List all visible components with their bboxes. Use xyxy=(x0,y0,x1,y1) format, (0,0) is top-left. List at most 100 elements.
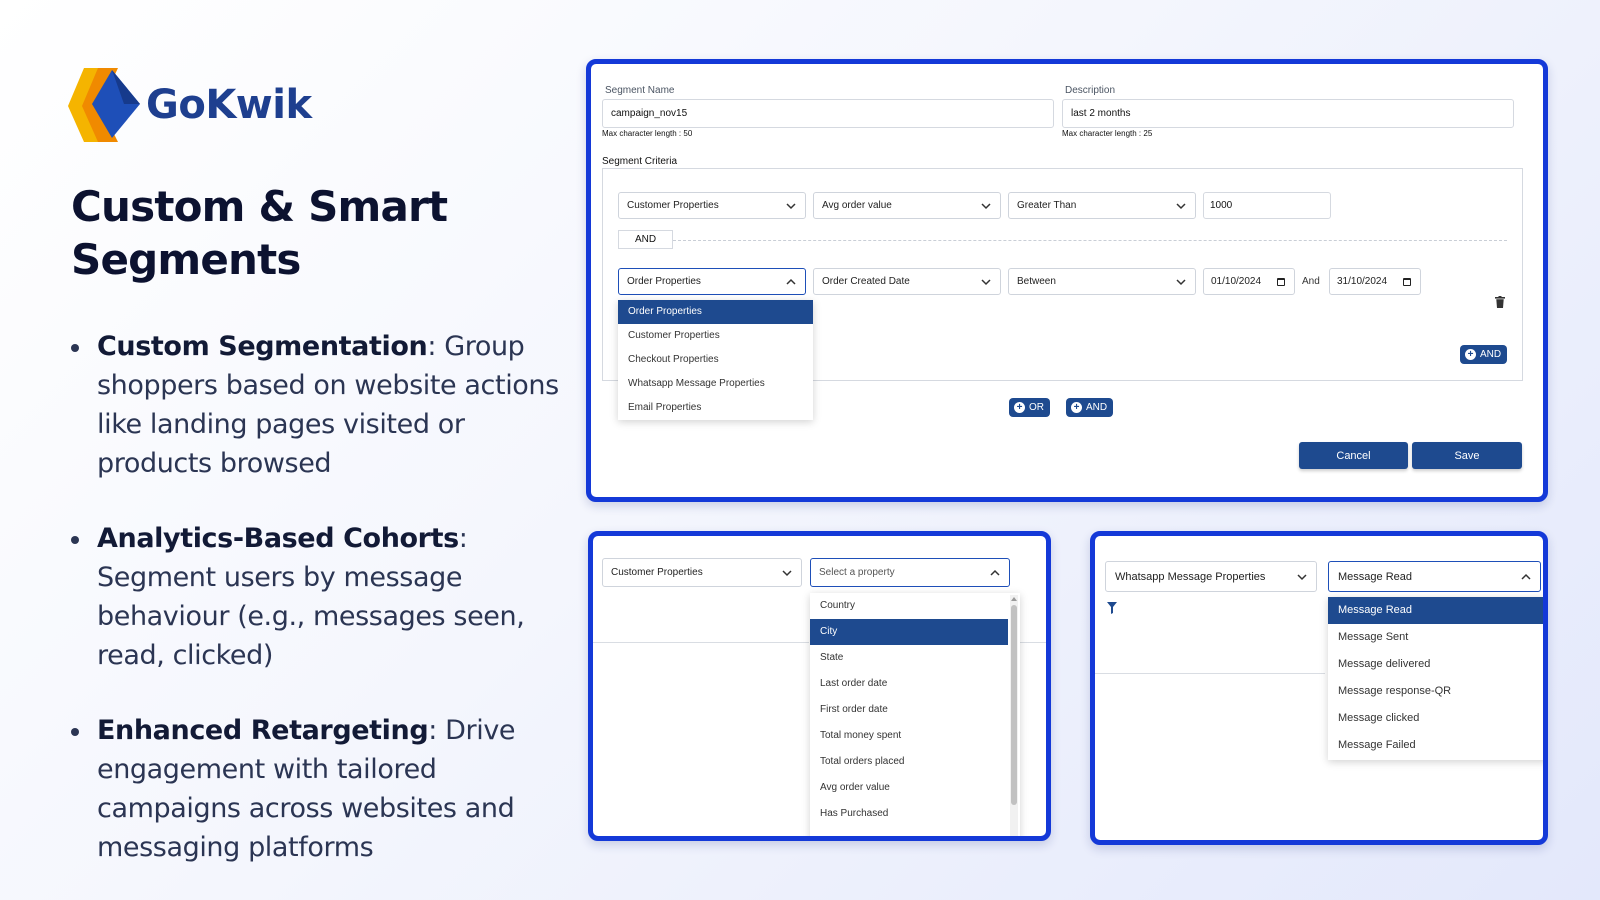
add-and-group-button[interactable]: + AND xyxy=(1066,398,1114,417)
dropdown-option[interactable]: Customer Properties xyxy=(618,324,813,348)
gokwik-logo-icon xyxy=(68,68,140,142)
scroll-up-arrow[interactable] xyxy=(1011,597,1017,601)
dropdown-option[interactable]: Message response-QR xyxy=(1328,678,1543,705)
button-label: OR xyxy=(1029,402,1044,413)
segment-criteria-label: Segment Criteria xyxy=(602,156,678,167)
criteria-property-select[interactable]: Order Created Date xyxy=(813,268,1001,295)
dropdown-option[interactable]: State xyxy=(810,645,1008,671)
dropdown-option[interactable]: Whatsapp Message Properties xyxy=(618,372,813,396)
divider xyxy=(673,240,1507,241)
divider xyxy=(1015,642,1046,643)
dropdown-option[interactable]: Message clicked xyxy=(1328,705,1543,732)
filter-icon[interactable] xyxy=(1107,602,1117,614)
button-label: AND xyxy=(1480,349,1502,360)
date-to-input[interactable]: 31/10/2024 xyxy=(1329,268,1421,295)
chevron-up-icon xyxy=(990,569,1000,576)
category-select[interactable]: Whatsapp Message Properties xyxy=(1105,561,1317,592)
dropdown-option[interactable]: Total money spent xyxy=(810,723,1008,749)
criteria-category-select-open[interactable]: Order Properties xyxy=(618,268,806,295)
feature-item: Enhanced Retargeting: Drive engagement w… xyxy=(70,711,570,867)
chevron-down-icon xyxy=(1176,203,1186,210)
feature-title: Custom Segmentation xyxy=(97,331,428,362)
dropdown-option[interactable]: Message delivered xyxy=(1328,651,1543,678)
page-title: Custom & Smart Segments xyxy=(71,182,448,284)
select-value: Customer Properties xyxy=(611,567,703,578)
select-placeholder: Select a property xyxy=(819,567,895,578)
dropdown-option[interactable]: Message Read xyxy=(1328,597,1543,624)
chevron-down-icon xyxy=(786,203,796,210)
criteria-category-select[interactable]: Customer Properties xyxy=(618,192,806,219)
category-select[interactable]: Customer Properties xyxy=(602,558,802,587)
select-value: Order Properties xyxy=(627,276,701,287)
category-dropdown-menu: Order Properties Customer Properties Che… xyxy=(618,300,813,420)
date-from-input[interactable]: 01/10/2024 xyxy=(1203,268,1295,295)
calendar-icon xyxy=(1277,278,1285,286)
feature-item: Analytics-Based Cohorts: Segment users b… xyxy=(70,519,570,675)
dropdown-option[interactable]: Order Properties xyxy=(618,300,813,324)
dropdown-option[interactable]: Message Sent xyxy=(1328,624,1543,651)
dropdown-option[interactable]: Checkout Properties xyxy=(618,348,813,372)
cancel-button[interactable]: Cancel xyxy=(1299,442,1408,469)
feature-title: Enhanced Retargeting xyxy=(97,715,429,746)
plus-icon: + xyxy=(1071,402,1082,413)
dropdown-option[interactable]: Total orders placed xyxy=(810,749,1008,775)
chevron-down-icon xyxy=(1176,279,1186,286)
chevron-down-icon xyxy=(1297,574,1307,581)
description-input[interactable]: last 2 months xyxy=(1062,99,1514,128)
customer-properties-panel: Customer Properties Select a property Co… xyxy=(588,531,1051,841)
segment-name-input[interactable]: campaign_nov15 xyxy=(602,99,1054,128)
button-label: AND xyxy=(1086,402,1108,413)
select-value: Order Created Date xyxy=(822,276,910,287)
select-value: Greater Than xyxy=(1017,200,1077,211)
and-connector-badge: AND xyxy=(618,230,673,249)
brand-name: GoKwik xyxy=(146,82,312,128)
dropdown-option[interactable]: Country xyxy=(810,593,1008,619)
scrollbar-thumb[interactable] xyxy=(1011,605,1017,805)
whatsapp-properties-panel: Whatsapp Message Properties Message Read… xyxy=(1090,531,1548,845)
select-value: Message Read xyxy=(1338,571,1412,583)
criteria-operator-select[interactable]: Greater Than xyxy=(1008,192,1196,219)
segment-name-hint: Max character length : 50 xyxy=(602,129,693,138)
feature-title: Analytics-Based Cohorts xyxy=(97,523,459,554)
dropdown-option[interactable]: Avg order value xyxy=(810,775,1008,801)
feature-item: Custom Segmentation: Group shoppers base… xyxy=(70,327,570,483)
property-select-open[interactable]: Select a property xyxy=(810,558,1010,587)
dropdown-option[interactable]: Message Failed xyxy=(1328,732,1543,759)
dropdown-option[interactable]: First order date xyxy=(810,697,1008,723)
date-value: 31/10/2024 xyxy=(1337,276,1388,287)
chevron-up-icon xyxy=(786,278,796,285)
property-select-open[interactable]: Message Read xyxy=(1328,561,1541,592)
dropdown-option[interactable]: City xyxy=(810,619,1008,645)
chevron-down-icon xyxy=(981,279,991,286)
brand-logo: GoKwik xyxy=(68,66,312,144)
divider xyxy=(1095,673,1325,674)
plus-icon: + xyxy=(1465,349,1476,360)
criteria-value-input[interactable]: 1000 xyxy=(1203,192,1331,219)
chevron-down-icon xyxy=(981,203,991,210)
description-hint: Max character length : 25 xyxy=(1062,129,1153,138)
plus-icon: + xyxy=(1014,402,1025,413)
select-value: Between xyxy=(1017,276,1056,287)
dropdown-option[interactable]: Has Purchased xyxy=(810,801,1008,827)
dropdown-option[interactable]: Email Properties xyxy=(618,396,813,420)
add-and-condition-button[interactable]: + AND xyxy=(1460,345,1508,364)
property-dropdown-menu: Country City State Last order date First… xyxy=(810,593,1020,836)
trash-icon[interactable] xyxy=(1495,296,1505,308)
date-value: 01/10/2024 xyxy=(1211,276,1262,287)
select-value: Customer Properties xyxy=(627,200,719,211)
divider xyxy=(593,642,809,643)
add-or-group-button[interactable]: + OR xyxy=(1009,398,1050,417)
scrollbar[interactable] xyxy=(1010,595,1018,836)
criteria-operator-select[interactable]: Between xyxy=(1008,268,1196,295)
select-value: Avg order value xyxy=(822,200,892,211)
dropdown-option[interactable]: Last order date xyxy=(810,671,1008,697)
feature-list: Custom Segmentation: Group shoppers base… xyxy=(70,327,570,867)
criteria-property-select[interactable]: Avg order value xyxy=(813,192,1001,219)
save-button[interactable]: Save xyxy=(1412,442,1522,469)
property-dropdown-menu: Message Read Message Sent Message delive… xyxy=(1328,597,1543,760)
calendar-icon xyxy=(1403,278,1411,286)
segment-form-panel: Segment Name campaign_nov15 Max characte… xyxy=(586,59,1548,502)
description-label: Description xyxy=(1065,85,1116,96)
chevron-down-icon xyxy=(782,570,792,577)
chevron-up-icon xyxy=(1521,573,1531,580)
